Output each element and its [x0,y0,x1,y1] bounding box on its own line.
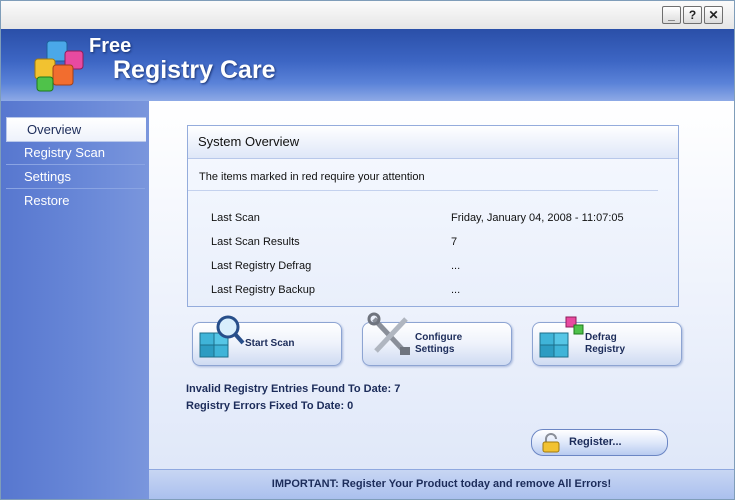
register-label: Register... [569,436,622,448]
help-button[interactable]: ? [683,6,702,24]
configure-settings-label: Configure Settings [415,332,463,355]
last-defrag-label: Last Registry Defrag [211,260,312,272]
errors-fixed-stat: Registry Errors Fixed To Date: 0 [186,400,354,412]
sidebar-item-overview[interactable]: Overview [6,117,146,142]
colored-cubes-logo-icon [34,40,84,92]
defrag-cubes-icon [539,316,584,358]
app-header: Free Registry Care [1,29,734,101]
brand-line-1: Free [89,35,132,57]
last-scan-label: Last Scan [211,212,260,224]
sidebar-item-label: Registry Scan [24,145,105,160]
magnifier-cubes-icon [199,315,245,358]
minimize-button[interactable]: _ [662,6,681,24]
tools-icon [367,312,410,355]
padlock-icon [542,433,560,453]
app-window: _ ? ✕ Free Registry Care Overview Regist… [0,0,735,500]
divider [188,190,658,191]
start-scan-label: Start Scan [245,338,295,349]
configure-settings-button[interactable]: Configure Settings [362,312,512,366]
main-content: System Overview The items marked in red … [149,101,734,499]
close-button[interactable]: ✕ [704,6,723,24]
last-backup-value: ... [451,284,461,296]
system-overview-panel: System Overview The items marked in red … [187,125,679,307]
last-defrag-value: ... [451,260,461,272]
defrag-registry-label: Defrag Registry [585,332,626,355]
sidebar-item-label: Restore [24,193,70,208]
panel-header: System Overview [188,126,678,159]
last-scan-value: Friday, January 04, 2008 - 11:07:05 [451,212,624,224]
start-scan-button[interactable]: Start Scan [192,315,342,366]
sidebar-item-registry-scan[interactable]: Registry Scan [6,141,145,165]
sidebar-item-settings[interactable]: Settings [6,165,145,189]
last-backup-label: Last Registry Backup [211,284,315,296]
title-bar: _ ? ✕ [1,1,734,30]
sidebar-item-label: Overview [27,122,82,137]
sidebar: Overview Registry Scan Settings Restore [1,101,149,499]
panel-title: System Overview [198,134,300,149]
defrag-registry-button[interactable]: Defrag Registry [532,316,682,366]
invalid-entries-stat: Invalid Registry Entries Found To Date: … [186,383,401,395]
footer-bar: IMPORTANT: Register Your Product today a… [149,469,734,499]
sidebar-item-restore[interactable]: Restore [6,189,145,212]
brand-line-2: Registry Care [113,56,276,84]
register-button[interactable]: Register... [531,429,668,456]
footer-notice: IMPORTANT: Register Your Product today a… [271,478,612,490]
last-scan-results-value: 7 [451,236,458,248]
last-scan-results-label: Last Scan Results [211,236,300,248]
attention-notice: The items marked in red require your att… [199,171,425,183]
sidebar-item-label: Settings [24,169,71,184]
